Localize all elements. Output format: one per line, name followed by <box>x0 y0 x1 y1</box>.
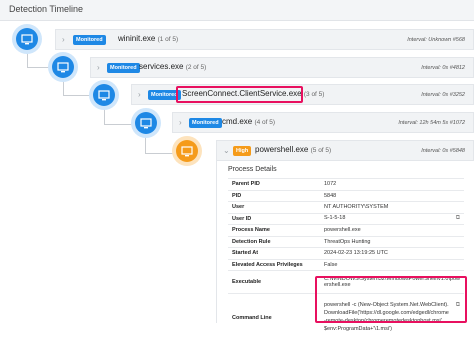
copy-icon[interactable]: ⧉ <box>456 215 460 222</box>
table-row: User IDS-1-5-18⧉ <box>228 213 464 225</box>
row-value: ThreatOps Hunting <box>320 236 464 248</box>
row-key: Executable <box>228 271 320 294</box>
row-key: Command Line <box>228 294 320 342</box>
row-key: Process Name <box>228 225 320 237</box>
table-row: UserNT AUTHORITY\SYSTEM <box>228 202 464 214</box>
process-name: wininit.exe (1 of 5) <box>118 34 178 43</box>
interval-text: Interval: 12h 54m 5s #1072 <box>398 120 465 126</box>
highlight-box <box>315 276 467 323</box>
connector <box>63 95 96 96</box>
chevron-right-icon[interactable]: › <box>97 63 100 72</box>
interval-text: Interval: 0s #3252 <box>421 92 465 98</box>
status-badge: Monitored <box>73 35 106 45</box>
row-key: Started At <box>228 248 320 260</box>
interval-text: Interval: 0s #5848 <box>421 148 465 154</box>
highlight-box <box>176 86 303 103</box>
table-row: PID5848 <box>228 190 464 202</box>
computer-icon <box>16 28 38 50</box>
computer-icon <box>135 112 157 134</box>
table-row: Detection RuleThreatOps Hunting <box>228 236 464 248</box>
process-name: cmd.exe (4 of 5) <box>222 117 275 126</box>
row-key: User <box>228 202 320 214</box>
timeline-row-services[interactable]: › Monitored services.exe (2 of 5) Interv… <box>90 57 474 78</box>
connector <box>145 135 146 153</box>
timeline-title: Detection Timeline <box>9 4 83 14</box>
interval-text: Interval: 0s #4812 <box>421 65 465 71</box>
process-name: services.exe (2 of 5) <box>139 62 206 71</box>
row-value: 2024-02-23 13:19:25 UTC <box>320 248 464 260</box>
row-value: False <box>320 259 464 271</box>
details-title: Process Details <box>228 166 277 173</box>
table-row: Parent PID1072 <box>228 179 464 191</box>
chevron-right-icon[interactable]: › <box>138 90 141 99</box>
connector <box>104 124 137 125</box>
chevron-right-icon[interactable]: › <box>62 35 65 44</box>
row-key: Detection Rule <box>228 236 320 248</box>
connector <box>104 106 105 124</box>
row-value: S-1-5-18⧉ <box>320 213 464 225</box>
connector <box>63 78 64 95</box>
table-row: Elevated Access PrivilegesFalse <box>228 259 464 271</box>
row-key: PID <box>228 190 320 202</box>
timeline-row-powershell[interactable]: ⌄ High powershell.exe (5 of 5) Interval:… <box>216 140 474 161</box>
status-badge: Monitored <box>189 118 222 128</box>
connector <box>145 153 178 154</box>
row-key: Elevated Access Privileges <box>228 259 320 271</box>
row-key: Parent PID <box>228 179 320 191</box>
row-value: 5848 <box>320 190 464 202</box>
timeline-header: Detection Timeline <box>0 0 474 21</box>
row-value: 1072 <box>320 179 464 191</box>
status-badge: Monitored <box>107 63 140 73</box>
process-name: powershell.exe (5 of 5) <box>255 145 331 154</box>
computer-icon <box>93 84 115 106</box>
chevron-down-icon[interactable]: ⌄ <box>223 146 230 155</box>
computer-icon <box>176 140 198 162</box>
table-row: Started At2024-02-23 13:19:25 UTC <box>228 248 464 260</box>
table-row: Process Namepowershell.exe <box>228 225 464 237</box>
connector <box>27 49 28 67</box>
row-value: NT AUTHORITY\SYSTEM <box>320 202 464 214</box>
row-key: User ID <box>228 213 320 225</box>
timeline-row-cmd[interactable]: › Monitored cmd.exe (4 of 5) Interval: 1… <box>172 112 474 133</box>
status-badge: High <box>233 146 251 156</box>
row-value: powershell.exe <box>320 225 464 237</box>
timeline-row-wininit[interactable]: › Monitored wininit.exe (1 of 5) Interva… <box>55 29 474 50</box>
computer-icon <box>52 56 74 78</box>
interval-text: Interval: Unknown #568 <box>407 37 465 43</box>
chevron-right-icon[interactable]: › <box>179 118 182 127</box>
